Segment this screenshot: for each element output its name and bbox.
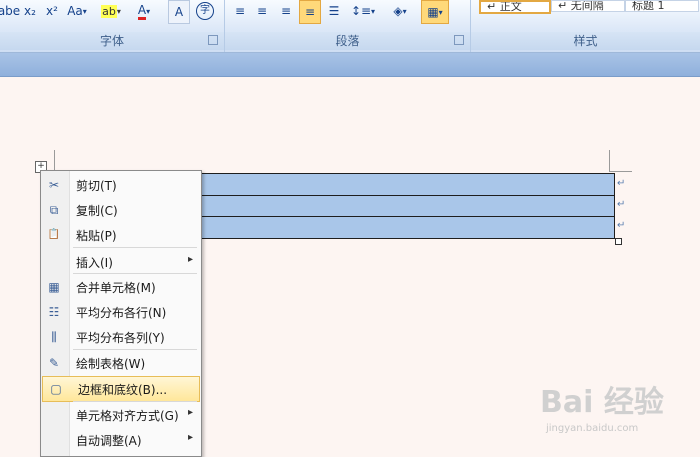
distribute-rows-icon: ☷ [48,305,60,319]
menu-item-distribute-columns[interactable]: ⫼ 平均分布各列(Y) [41,325,201,349]
subscript-button[interactable]: x₂ [20,0,40,22]
font-color-button[interactable]: A ▾ [130,0,158,22]
font-group-title: 字体 [0,32,224,50]
align-center-button[interactable]: ≡ [253,0,271,22]
superscript-label: x² [46,4,58,18]
menu-item-label: 剪切(T) [76,179,117,193]
justify-button[interactable]: ≡ [299,0,321,24]
borders-shading-icon: ▢ [50,382,62,396]
font-color-label: A [137,3,147,20]
align-right-icon: ≡ [280,4,292,18]
font-group: abe x₂ x² Aa ▾ ab ▾ A ▾ A 字 字体 [0,0,225,52]
watermark-url: jingyan.baidu.com [546,423,639,434]
justify-icon: ≡ [304,5,316,19]
align-left-icon: ≡ [234,4,246,18]
menu-separator [73,247,197,248]
ruler-band [0,53,700,77]
submenu-arrow-icon: ▸ [187,432,193,443]
draw-table-icon: ✎ [48,356,60,370]
chevron-down-icon: ▾ [146,6,151,16]
ribbon: abe x₂ x² Aa ▾ ab ▾ A ▾ A 字 字体 ≡ ≡ ≡ ≡ ☰ ↕≡… [0,0,700,53]
submenu-arrow-icon: ▸ [187,407,193,418]
change-case-label: Aa [67,4,83,18]
paragraph-dialog-launcher-icon[interactable] [454,35,464,45]
menu-item-label: 单元格对齐方式(G) [76,409,179,423]
scissors-icon: ✂ [48,178,60,192]
menu-item-label: 绘制表格(W) [76,357,146,371]
style-normal[interactable]: ↵ 正文 [479,0,551,14]
enclose-label: 字 [196,2,214,20]
styles-group: ↵ 正文 ↵ 无间隔 标题 1 样式 [471,0,700,52]
menu-item-autofit[interactable]: 自动调整(A) ▸ [41,428,201,452]
paste-icon: 📋 [47,229,61,240]
paragraph-mark: ↵ [617,178,626,189]
menu-item-borders-shading[interactable]: ▢ 边框和底纹(B)... [42,376,200,402]
menu-item-label: 自动调整(A) [76,434,142,448]
distributed-icon: ☰ [328,4,340,18]
borders-icon: ▦ [427,5,439,19]
paragraph-mark: ↵ [617,220,626,231]
submenu-arrow-icon: ▸ [187,254,193,265]
chevron-down-icon: ▾ [402,6,407,16]
chevron-down-icon: ▾ [371,6,376,16]
chevron-down-icon: ▾ [438,7,443,17]
menu-item-label: 复制(C) [76,204,118,218]
merge-cells-icon: ▦ [48,280,60,294]
menu-item-label: 平均分布各列(Y) [76,331,165,345]
style-heading-1[interactable]: 标题 1 [625,0,699,12]
borders-button[interactable]: ▦ ▾ [421,0,449,24]
paragraph-group: ≡ ≡ ≡ ≡ ☰ ↕≡ ▾ ◈ ▾ ▦ ▾ 段落 [225,0,471,52]
char-shading-label: A [174,5,184,19]
character-shading-button[interactable]: A [168,0,190,24]
menu-separator [73,349,197,350]
align-right-button[interactable]: ≡ [277,0,295,22]
menu-item-insert[interactable]: 插入(I) ▸ [41,250,201,274]
shading-button[interactable]: ◈ ▾ [385,0,415,22]
baidu-watermark: Bai 经验 jingyan.baidu.com [540,375,700,450]
distributed-button[interactable]: ☰ [325,0,343,22]
align-center-icon: ≡ [256,4,268,18]
menu-item-cell-alignment[interactable]: 单元格对齐方式(G) ▸ [41,403,201,427]
subscript-label: x₂ [24,4,36,18]
paint-bucket-icon: ◈ [393,4,403,18]
highlight-label: ab [101,4,117,18]
menu-item-label: 合并单元格(M) [76,281,156,295]
menu-item-label: 插入(I) [76,256,113,270]
align-left-button[interactable]: ≡ [231,0,249,22]
styles-group-title: 样式 [471,32,700,50]
enclose-characters-button[interactable]: 字 [194,0,216,22]
context-menu: ✂ 剪切(T) ⧉ 复制(C) 📋 粘贴(P) 插入(I) ▸ ▦ 合并单元格(… [40,170,202,457]
margin-marker-right-h [610,171,632,172]
menu-item-paste[interactable]: 📋 粘贴(P) [41,223,201,247]
line-spacing-button[interactable]: ↕≡ ▾ [349,0,377,22]
watermark-brand: Bai 经验 [540,385,664,420]
paragraph-mark: ↵ [617,199,626,210]
strikethrough-label: abe [0,4,21,18]
menu-item-cut[interactable]: ✂ 剪切(T) [41,173,201,197]
menu-separator [73,273,197,274]
menu-separator [73,401,197,402]
chevron-down-icon: ▾ [116,6,121,16]
menu-item-draw-table[interactable]: ✎ 绘制表格(W) [41,351,201,375]
menu-item-copy[interactable]: ⧉ 复制(C) [41,198,201,222]
margin-marker-left [54,150,55,172]
menu-item-label: 边框和底纹(B)... [78,383,168,397]
margin-marker-right [609,150,610,172]
menu-item-distribute-rows[interactable]: ☷ 平均分布各行(N) [41,300,201,324]
chevron-down-icon: ▾ [82,6,87,16]
change-case-button[interactable]: Aa ▾ [64,0,90,22]
superscript-button[interactable]: x² [42,0,62,22]
line-spacing-icon: ↕≡ [350,4,372,18]
strikethrough-button[interactable]: abe [0,0,21,22]
style-no-spacing[interactable]: ↵ 无间隔 [551,0,625,12]
menu-item-label: 粘贴(P) [76,229,117,243]
highlight-color-button[interactable]: ab ▾ [96,0,126,22]
table-resize-handle[interactable] [615,238,622,245]
distribute-columns-icon: ⫼ [51,330,57,344]
font-dialog-launcher-icon[interactable] [208,35,218,45]
menu-item-label: 平均分布各行(N) [76,306,167,320]
copy-icon: ⧉ [49,203,59,217]
menu-item-merge-cells[interactable]: ▦ 合并单元格(M) [41,275,201,299]
paragraph-group-title: 段落 [225,32,470,50]
